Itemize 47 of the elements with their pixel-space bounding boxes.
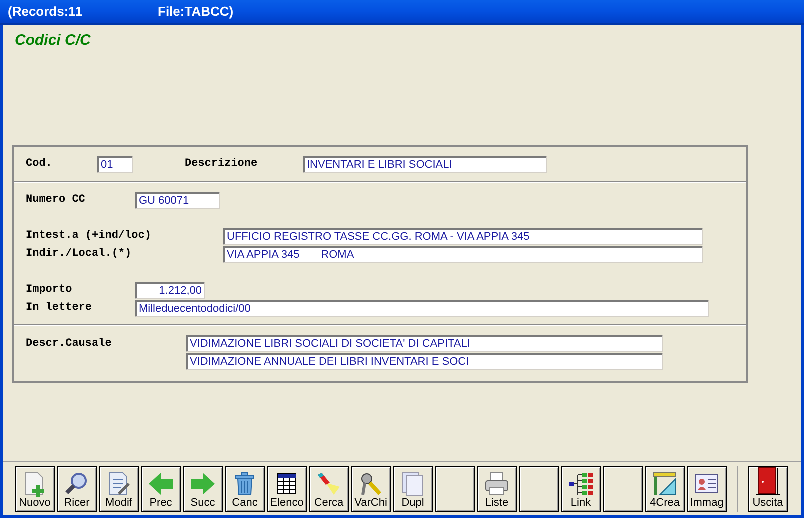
field-label: Descrizione [185,156,259,172]
text-field[interactable]: INVENTARI E LIBRI SOCIALI [303,156,547,172]
field-label: Cod. [26,156,54,172]
field-label: Numero CC [26,192,86,208]
toolbar-button[interactable]: Cerca [309,466,349,512]
toolbar-button[interactable]: Immag [687,466,727,512]
field-label: Importo [26,282,74,298]
toolbar-button[interactable]: Uscita [748,466,788,512]
toolbar-button[interactable]: Modif [99,466,139,512]
toolbar-button[interactable]: Liste [477,466,517,512]
text-field[interactable]: UFFICIO REGISTRO TASSE CC.GG. ROMA - VIA APPIA 345 [223,228,703,244]
toolbar-button[interactable]: Ricer [57,466,97,512]
blank-button[interactable] [603,466,643,512]
text-field[interactable]: VIA APPIA 345 ROMA [223,246,703,262]
blank-button[interactable] [519,466,559,512]
toolbar-button[interactable]: Elenco [267,466,307,512]
file-name: File:TABCC) [158,2,234,21]
ruler-set-square-icon [652,470,678,496]
text-field[interactable]: VIDIMAZIONE LIBRI SOCIALI DI SOCIETA' DI CAPITALI [186,335,663,352]
field-label: Indir./Local.(*) [26,246,133,262]
field-label: In lettere [26,300,94,316]
toolbar-button[interactable]: 4Crea [645,466,685,512]
text-field[interactable]: GU 60071 [135,192,220,208]
toolbar-button[interactable]: Nuovo [15,466,55,512]
magnifier-icon [64,470,90,496]
toolbar-button[interactable]: Link [561,466,601,512]
toolbar-button[interactable]: VarChi [351,466,391,512]
text-field[interactable]: Milleduecentododici/00 [135,300,709,316]
page-heading: Codici C/C [15,31,91,50]
text-field[interactable]: 01 [97,156,133,172]
text-field[interactable]: VIDIMAZIONE ANNUALE DEI LIBRI INVENTARI E SOCI [186,353,663,370]
toolbar-button[interactable]: Canc [225,466,265,512]
text-field[interactable]: 1.212,00 [135,282,205,298]
toolbar-button[interactable]: Dupl [393,466,433,512]
field-label: Descr.Causale [26,337,113,352]
toolbar-button[interactable]: Succ [183,466,223,512]
blank-button[interactable] [435,466,475,512]
left-arrow-icon [148,470,174,496]
field-label: Intest.a (+ind/loc) [26,228,152,244]
pages-icon [400,470,426,496]
printer-icon [484,470,510,496]
toolbar-button[interactable]: Prec [141,466,181,512]
door-icon [755,466,781,496]
records-count: (Records:11 [8,2,84,21]
flashlight-icon [316,470,342,496]
right-arrow-icon [190,470,216,496]
tree-diagram-icon [568,470,594,496]
